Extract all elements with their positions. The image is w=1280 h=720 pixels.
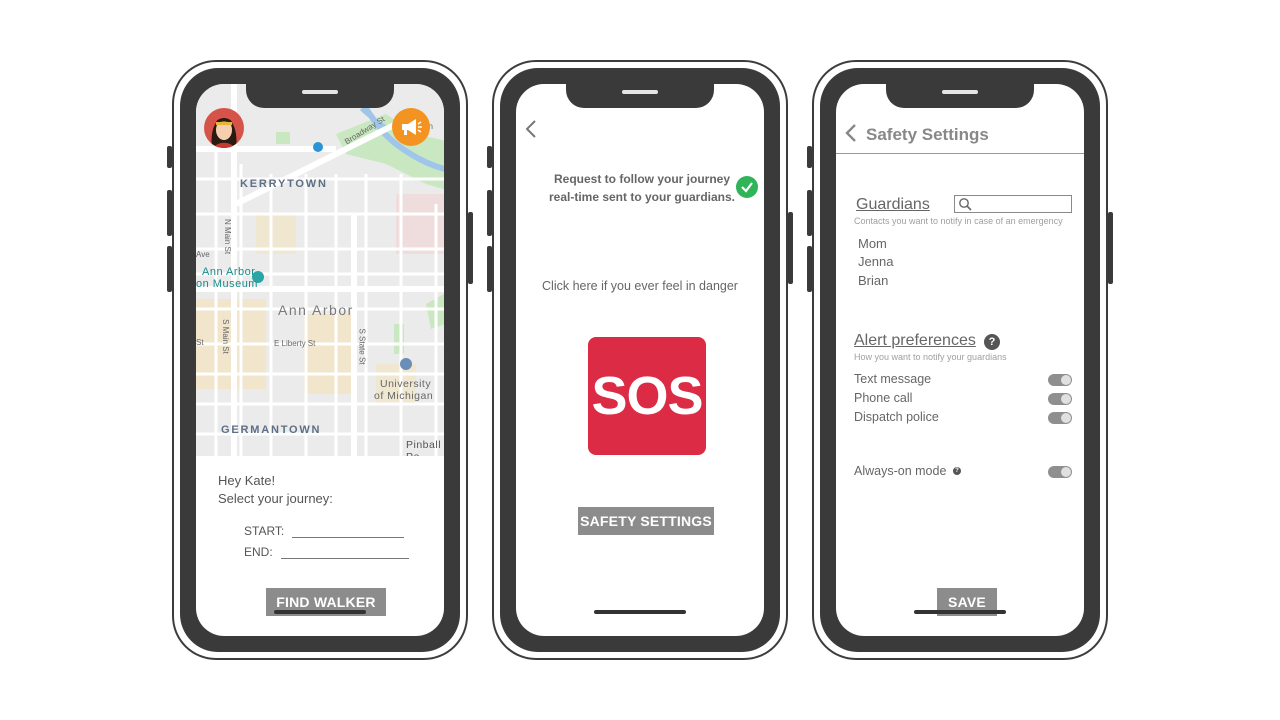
start-field[interactable]: START: bbox=[244, 524, 405, 538]
avatar-icon bbox=[211, 118, 237, 148]
map-label-liberty: E Liberty St bbox=[274, 339, 316, 348]
map-label-germantown: GERMANTOWN bbox=[221, 424, 322, 436]
mute-switch bbox=[807, 146, 812, 168]
home-indicator[interactable] bbox=[914, 610, 1006, 614]
pref-label-dispatch-police: Dispatch police bbox=[854, 410, 939, 424]
guardian-search-input[interactable] bbox=[954, 195, 1072, 213]
home-indicator[interactable] bbox=[594, 610, 686, 614]
home-indicator[interactable] bbox=[274, 610, 366, 614]
toggle-dispatch-police[interactable] bbox=[1048, 412, 1072, 424]
megaphone-icon bbox=[402, 119, 422, 135]
volume-down-button bbox=[807, 246, 812, 292]
phone-frame: Safety Settings Guardians Contacts you w… bbox=[820, 68, 1100, 652]
map-label-st: St bbox=[196, 338, 204, 347]
guardian-item[interactable]: Brian bbox=[858, 273, 888, 288]
toggle-text-message[interactable] bbox=[1048, 374, 1072, 386]
screen: Request to follow your journey real-time… bbox=[516, 84, 764, 636]
toggle-phone-call[interactable] bbox=[1048, 393, 1072, 405]
user-avatar[interactable] bbox=[204, 108, 244, 148]
mute-switch bbox=[167, 146, 172, 168]
pref-label-text-message: Text message bbox=[854, 372, 932, 386]
guardian-item[interactable]: Mom bbox=[858, 236, 887, 251]
end-label: END: bbox=[244, 545, 273, 559]
toggle-always-on[interactable] bbox=[1048, 466, 1072, 478]
alert-preferences-title: Alert preferences bbox=[854, 332, 976, 349]
map-label-museum-1: Ann Arbor bbox=[202, 266, 256, 278]
map-label-pinball: Pinball Pe bbox=[406, 439, 442, 456]
guardians-title: Guardians bbox=[856, 196, 930, 213]
map-label-university-2: of Michigan bbox=[374, 390, 434, 402]
search-icon bbox=[959, 198, 972, 211]
phone-frame: KERRYTOWN Ann Arbor GERMANTOWN Ann Arbor… bbox=[180, 68, 460, 652]
page-title: Safety Settings bbox=[866, 125, 989, 144]
guardian-item[interactable]: Jenna bbox=[858, 254, 893, 269]
power-button bbox=[1108, 212, 1113, 284]
map-label-ave: Ave bbox=[196, 250, 210, 259]
start-input-line[interactable] bbox=[292, 525, 405, 538]
check-icon bbox=[736, 176, 758, 198]
always-on-label: Always-on mode bbox=[854, 464, 947, 478]
help-icon-small[interactable]: ? bbox=[953, 467, 961, 475]
map-label-s-state: S State St bbox=[357, 328, 367, 365]
phone-frame: Request to follow your journey real-time… bbox=[500, 68, 780, 652]
power-button bbox=[468, 212, 473, 284]
pref-label-phone-call: Phone call bbox=[854, 391, 913, 405]
map-label-university-1: University bbox=[380, 378, 432, 390]
sos-label: SOS bbox=[591, 366, 703, 426]
map-label-ann-arbor: Ann Arbor bbox=[278, 302, 354, 318]
volume-down-button bbox=[487, 246, 492, 292]
map-label-s-main: S Main St bbox=[220, 319, 230, 354]
danger-prompt: Click here if you ever feel in danger bbox=[542, 279, 738, 293]
volume-up-button bbox=[167, 190, 172, 236]
volume-down-button bbox=[167, 246, 172, 292]
greeting: Hey Kate! Select your journey: bbox=[218, 472, 333, 508]
end-field[interactable]: END: bbox=[244, 545, 409, 559]
mute-switch bbox=[487, 146, 492, 168]
status-message: Request to follow your journey real-time… bbox=[548, 172, 736, 204]
volume-up-button bbox=[487, 190, 492, 236]
screen: Safety Settings Guardians Contacts you w… bbox=[836, 84, 1084, 636]
greeting-line-2: Select your journey: bbox=[218, 491, 333, 506]
sos-button[interactable]: SOS bbox=[588, 337, 706, 455]
back-chevron-icon[interactable] bbox=[524, 118, 538, 146]
phone-sos-screen: Request to follow your journey real-time… bbox=[487, 60, 793, 660]
power-button bbox=[788, 212, 793, 284]
phone-map-screen: KERRYTOWN Ann Arbor GERMANTOWN Ann Arbor… bbox=[167, 60, 473, 660]
guardians-subtitle: Contacts you want to notify in case of a… bbox=[854, 216, 1063, 226]
notch bbox=[246, 82, 394, 108]
start-label: START: bbox=[244, 524, 285, 538]
greeting-line-1: Hey Kate! bbox=[218, 473, 276, 488]
end-input-line[interactable] bbox=[280, 546, 409, 559]
map-label-n-main: N Main St bbox=[223, 218, 233, 255]
notch bbox=[566, 82, 714, 108]
phone-settings-screen: Safety Settings Guardians Contacts you w… bbox=[807, 60, 1113, 660]
volume-up-button bbox=[807, 190, 812, 236]
notch bbox=[886, 82, 1034, 108]
map-label-kerrytown: KERRYTOWN bbox=[240, 178, 328, 190]
map-label-museum-2: on Museum bbox=[196, 278, 258, 290]
safety-settings-button[interactable]: SAFETY SETTINGS bbox=[578, 507, 714, 535]
alert-preferences-subtitle: How you want to notify your guardians bbox=[854, 352, 1007, 362]
screen: KERRYTOWN Ann Arbor GERMANTOWN Ann Arbor… bbox=[196, 84, 444, 636]
alert-megaphone-button[interactable] bbox=[392, 108, 430, 146]
help-icon[interactable]: ? bbox=[984, 334, 1000, 350]
back-chevron-icon[interactable] bbox=[844, 122, 858, 150]
